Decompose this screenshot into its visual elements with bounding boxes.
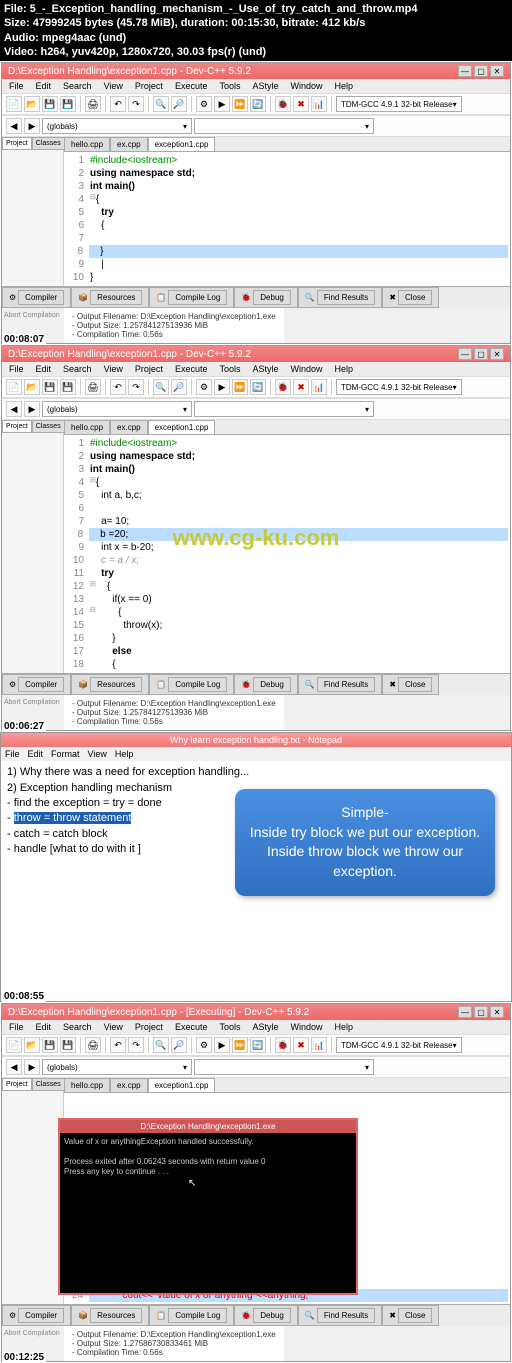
side-tab-project[interactable]: Project [2,137,32,150]
scope-select[interactable]: (globals)▾ [42,118,192,134]
save-icon[interactable]: 💾 [42,96,58,112]
menu-file[interactable]: File [6,80,27,92]
output-tabs: ⚙ Compiler 📦 Resources 📋 Compile Log 🐞 D… [2,286,510,308]
rebuild-icon[interactable]: 🔄 [250,96,266,112]
window-title: D:\Exception Handling\exception1.cpp - D… [8,66,251,77]
selected-text: throw = throw statement [14,812,132,824]
undo-icon[interactable]: ↶ [110,96,126,112]
np-menu-file[interactable]: File [5,749,20,759]
window-title-exec: D:\Exception Handling\exception1.cpp - [… [8,1007,309,1018]
tab-close[interactable]: ✖ Close [382,287,439,308]
compile-icon[interactable]: ⚙ [196,96,212,112]
notepad-menu: File Edit Format View Help [1,747,511,761]
timestamp-2: 00:06:27 [2,721,46,732]
stop-icon[interactable]: ✖ [293,96,309,112]
save-all-icon[interactable]: 💾 [60,96,76,112]
meta-video: Video: h264, yuv420p, 1280x720, 30.03 fp… [4,45,508,59]
toolbar-scope: ◀ ▶ (globals)▾ ▾ [2,115,510,137]
notepad-body[interactable]: 1) Why there was a need for exception ha… [1,761,511,1001]
menu-help[interactable]: Help [332,80,357,92]
toolbar-main: 📄 📂 💾 💾 🖨 ↶ ↷ 🔍 🔎 ⚙ ▶ ⏩ 🔄 🐞 ✖ 📊 TDM-GCC … [2,93,510,115]
menu-project[interactable]: Project [132,80,166,92]
timestamp-4: 00:12:25 [2,1352,46,1363]
window-titlebar: D:\Exception Handling\exception1.cpp - D… [2,63,510,79]
run-icon[interactable]: ▶ [214,96,230,112]
console-title: D:\Exception Handling\exception1.exe [60,1120,356,1133]
tab-find-results[interactable]: 🔍 Find Results [298,287,382,308]
debug-icon[interactable]: 🐞 [275,96,291,112]
menu-execute[interactable]: Execute [172,80,211,92]
open-icon[interactable]: 📂 [24,96,40,112]
redo-icon[interactable]: ↷ [128,96,144,112]
tab-hello[interactable]: hello.cpp [64,137,110,151]
menu-edit[interactable]: Edit [33,80,55,92]
ide-pane-2: D:\Exception Handling\exception1.cpp - D… [1,345,511,731]
tab-debug[interactable]: 🐞 Debug [234,287,298,308]
replace-icon[interactable]: 🔎 [171,96,187,112]
close-button[interactable]: ✕ [490,65,504,77]
np-menu-format[interactable]: Format [51,749,80,759]
ide-pane-1: D:\Exception Handling\exception1.cpp - D… [1,62,511,344]
compile-log: - Output Filename: D:\Exception Handling… [64,308,284,343]
meta-audio: Audio: mpeg4aac (und) [4,31,508,45]
menu-view[interactable]: View [101,80,126,92]
menu-bar: File Edit Search View Project Execute To… [2,79,510,93]
code-editor[interactable]: 1#include<iostream> 2using namespace std… [64,152,510,286]
window-controls: — ▢ ✕ [458,65,504,77]
tab-ex[interactable]: ex.cpp [110,137,148,151]
meta-file: File: 5_-_Exception_handling_mechanism_-… [4,2,508,16]
print-icon[interactable]: 🖨 [85,96,101,112]
tab-compile-log[interactable]: 📋 Compile Log [149,287,234,308]
fwd-icon[interactable]: ▶ [24,118,40,134]
np-menu-edit[interactable]: Edit [28,749,44,759]
menu-tools[interactable]: Tools [216,80,243,92]
tab-exception1[interactable]: exception1.cpp [148,137,216,151]
notepad-window: Why learn exception handling.txt - Notep… [0,732,512,1002]
maximize-button[interactable]: ▢ [474,65,488,77]
editor-tabs: hello.cpp ex.cpp exception1.cpp [64,137,510,152]
tab-compiler[interactable]: ⚙ Compiler [2,287,71,308]
np-menu-view[interactable]: View [88,749,107,759]
project-sidebar: Project Classes Debug [2,137,64,286]
console-window: D:\Exception Handling\exception1.exe Val… [58,1118,358,1295]
menu-astyle[interactable]: AStyle [249,80,281,92]
window-title: D:\Exception Handling\exception1.cpp - D… [8,349,251,360]
menu-window[interactable]: Window [288,80,326,92]
compile-run-icon[interactable]: ⏩ [232,96,248,112]
timestamp-1: 00:08:07 [2,334,46,345]
side-tab-classes[interactable]: Classes [32,137,65,150]
ide-pane-4: D:\Exception Handling\exception1.cpp - [… [1,1003,511,1362]
find-icon[interactable]: 🔍 [153,96,169,112]
member-select[interactable]: ▾ [194,118,374,134]
code-editor-2[interactable]: 1#include<iostream> 2using namespace std… [64,435,510,673]
compiler-select[interactable]: TDM-GCC 4.9.1 32-bit Release▾ [336,96,462,112]
console-output[interactable]: Value of x or anythingException handled … [60,1133,356,1293]
np-menu-help[interactable]: Help [115,749,134,759]
cursor-icon: ↖ [188,1178,196,1189]
notepad-title: Why learn exception handling.txt - Notep… [1,733,511,747]
timestamp-3: 00:08:55 [2,991,46,1002]
file-metadata: File: 5_-_Exception_handling_mechanism_-… [0,0,512,61]
profile-icon[interactable]: 📊 [311,96,327,112]
info-callout: Simple- Inside try block we put our exce… [235,789,495,895]
tab-resources[interactable]: 📦 Resources [71,287,149,308]
meta-size: Size: 47999245 bytes (45.78 MiB), durati… [4,16,508,30]
new-file-icon[interactable]: 📄 [6,96,22,112]
menu-search[interactable]: Search [60,80,95,92]
back-icon[interactable]: ◀ [6,118,22,134]
minimize-button[interactable]: — [458,65,472,77]
